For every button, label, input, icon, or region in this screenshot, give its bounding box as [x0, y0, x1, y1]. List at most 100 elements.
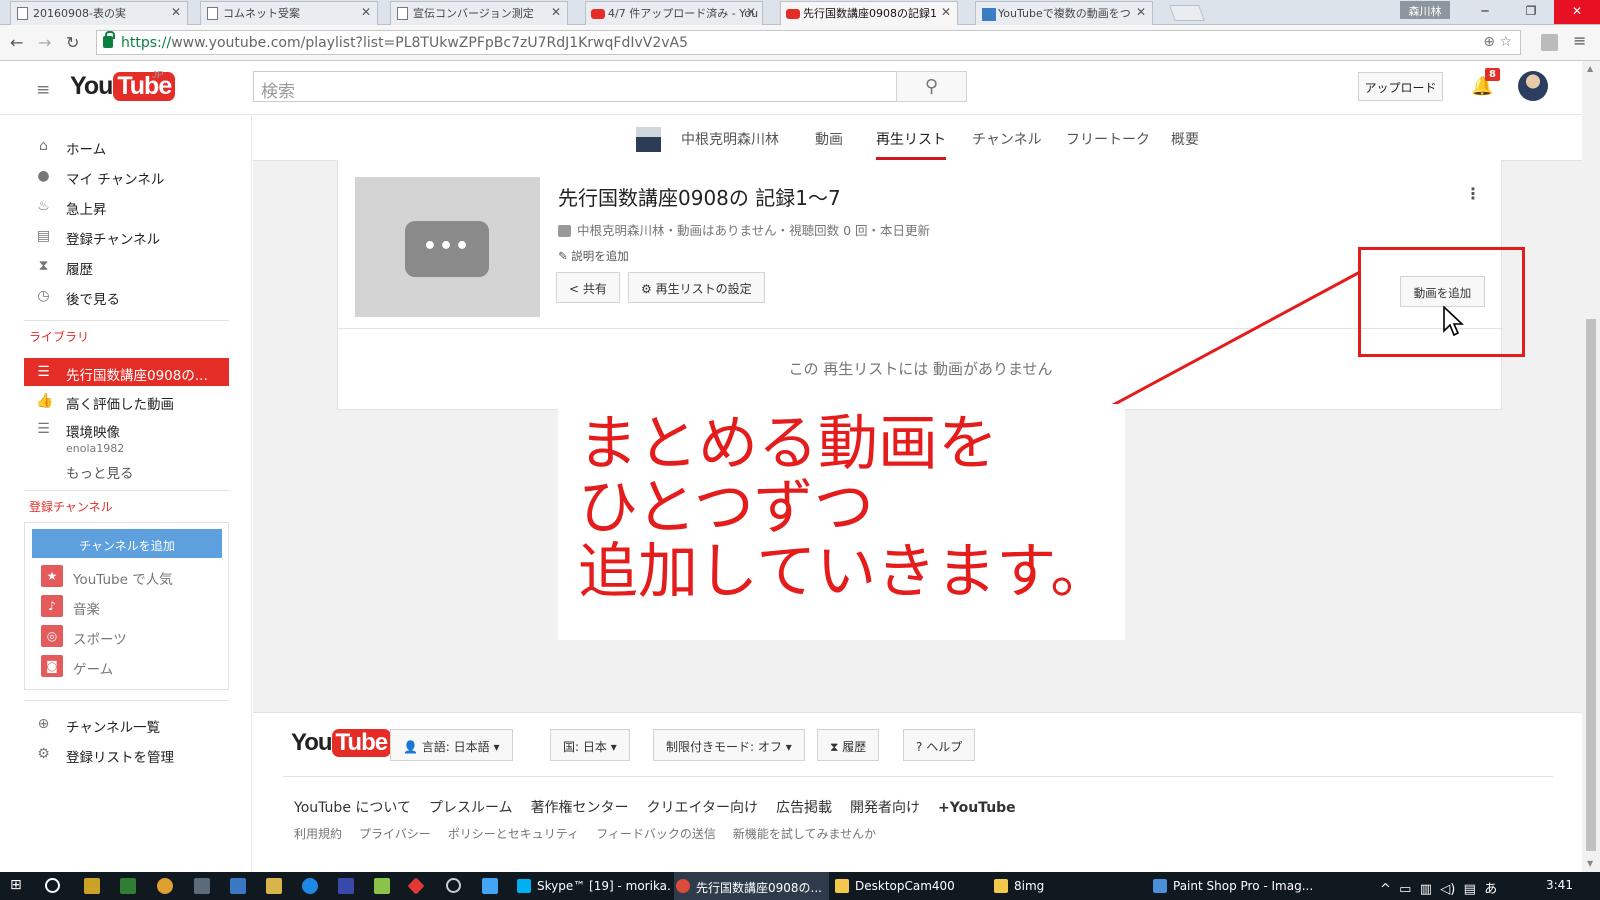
library-heading[interactable]: ライブラリ [29, 328, 89, 345]
footer-link[interactable]: 新機能を試してみませんか [733, 827, 876, 841]
footer-link[interactable]: クリエイター向け [647, 800, 758, 816]
country-selector[interactable]: 国: 日本 ▾ [550, 729, 630, 761]
tab-discussion[interactable]: フリートーク [1066, 129, 1150, 149]
youtube-logo[interactable]: You Tube JP [70, 70, 176, 101]
sidebar-item-playlist-current[interactable]: ☰ 先行国数講座0908の... [24, 358, 229, 386]
footer-youtube-logo[interactable]: You Tube [291, 729, 392, 757]
browser-tab-active[interactable]: 先行国数講座0908の記録1 ✕ [780, 1, 958, 25]
upload-button[interactable]: アップロード [1358, 72, 1443, 101]
help-button[interactable]: ? ヘルプ [903, 729, 976, 761]
folder-icon[interactable] [266, 878, 282, 894]
browser-tab[interactable]: 20160908-表の実 ✕ [10, 1, 188, 25]
new-tab-button[interactable] [1169, 5, 1205, 21]
lock-icon[interactable] [558, 225, 571, 237]
taskbar-app-8img[interactable]: 8img [992, 872, 1147, 900]
show-more-link[interactable]: もっと見る [24, 456, 229, 484]
tray-chevron-icon[interactable]: ^ [1380, 882, 1391, 897]
close-icon[interactable]: ✕ [171, 5, 181, 19]
footer-link[interactable]: 利用規約 [294, 827, 342, 841]
footer-link[interactable]: プライバシー [359, 827, 431, 841]
footer-link[interactable]: プレスルーム [429, 800, 513, 816]
sidebar-item-manage-subscriptions[interactable]: ⚙ 登録リストを管理 [24, 740, 229, 768]
page-scrollbar[interactable]: ▲ ▼ [1582, 61, 1600, 872]
restore-button[interactable]: ❐ [1508, 0, 1554, 24]
sidebar-item-history[interactable]: ⧗ 履歴 [24, 252, 229, 280]
playlist-title[interactable]: 先行国数講座0908の 記録1～7 [558, 182, 841, 211]
browser-tab[interactable]: YouTubeで複数の動画をつ ✕ [975, 1, 1153, 25]
app-icon[interactable] [374, 878, 390, 894]
tab-playlists[interactable]: 再生リスト [876, 129, 946, 160]
app-icon[interactable] [446, 878, 461, 893]
sidebar-item-my-channel[interactable]: ● マイ チャンネル [24, 162, 229, 190]
action-center-icon[interactable]: ▤ [1464, 882, 1476, 897]
bookmark-star-icon[interactable]: ☆ [1499, 34, 1512, 50]
browser-tab[interactable]: 4/7 件アップロード済み - You ✕ [585, 1, 763, 25]
browser-menu-icon[interactable]: ≡ [1573, 31, 1586, 50]
scroll-up-icon[interactable]: ▲ [1587, 64, 1593, 73]
ime-indicator[interactable]: あ [1484, 882, 1497, 897]
edge-icon[interactable] [302, 878, 318, 894]
search-button[interactable]: ⚲ [896, 71, 967, 102]
reload-icon[interactable]: ↻ [66, 33, 79, 52]
sidebar-item-watch-later[interactable]: ◷ 後で見る [24, 282, 229, 310]
add-description-link[interactable]: ✎ 説明を追加 [558, 248, 629, 264]
sidebar-item-trending[interactable]: ♨ 急上昇 [24, 192, 229, 220]
browser-tab[interactable]: コムネット受案 ✕ [200, 1, 378, 25]
network-icon[interactable]: ▥ [1420, 882, 1432, 897]
app-icon[interactable] [482, 878, 498, 894]
taskbar-app-desktopcam[interactable]: DesktopCam400 [833, 872, 988, 900]
volume-icon[interactable]: ◁) [1440, 882, 1455, 897]
footer-link[interactable]: YouTube について [294, 800, 411, 816]
windows-start-icon[interactable]: ⊞ [10, 877, 26, 893]
app-icon[interactable] [84, 878, 100, 894]
channel-item-popular[interactable]: ★ YouTube で人気 [41, 565, 173, 589]
share-button[interactable]: < 共有 [556, 272, 620, 303]
app-icon[interactable] [120, 878, 136, 894]
chrome-icon[interactable] [157, 878, 173, 894]
channel-item-sports[interactable]: ◎ スポーツ [41, 625, 127, 649]
footer-link[interactable]: 著作権センター [531, 800, 629, 816]
language-selector[interactable]: 👤 言語: 日本語 ▾ [390, 729, 513, 761]
footer-link[interactable]: フィードバックの送信 [596, 827, 716, 841]
app-icon[interactable] [407, 877, 425, 895]
rss-icon[interactable] [1541, 34, 1558, 51]
playlist-settings-button[interactable]: ⚙ 再生リストの設定 [628, 272, 765, 303]
close-icon[interactable]: ✕ [1136, 5, 1146, 19]
restricted-mode-selector[interactable]: 制限付きモード: オフ ▾ [653, 729, 805, 761]
app-icon[interactable] [338, 878, 354, 894]
sidebar-item-liked-videos[interactable]: 👍 高く評価した動画 [24, 387, 229, 415]
channel-name[interactable]: 中根克明森川林 [681, 129, 779, 149]
tab-about[interactable]: 概要 [1171, 129, 1199, 149]
footer-link[interactable]: ポリシーとセキュリティ [448, 827, 579, 841]
zoom-icon[interactable]: ⊕ [1483, 34, 1495, 50]
channel-item-music[interactable]: ♪ 音楽 [41, 595, 100, 619]
browser-tab[interactable]: 宣伝コンバージョン測定 ✕ [390, 1, 568, 25]
scrollbar-thumb[interactable] [1586, 319, 1596, 851]
profile-badge[interactable]: 森川林 [1400, 1, 1450, 19]
scroll-down-icon[interactable]: ▼ [1587, 859, 1593, 868]
sidebar-item-home[interactable]: ⌂ ホーム [24, 132, 229, 160]
app-icon[interactable] [230, 878, 246, 894]
minimize-button[interactable]: ─ [1462, 0, 1508, 24]
more-options-icon[interactable]: ⋮ [1465, 184, 1481, 203]
close-icon[interactable]: ✕ [746, 5, 756, 19]
footer-link[interactable]: 開発者向け [850, 800, 920, 816]
close-icon[interactable]: ✕ [941, 5, 951, 19]
footer-link[interactable]: 広告掲載 [776, 800, 832, 816]
taskbar-app-paintshop[interactable]: Paint Shop Pro - Imag... [1151, 872, 1316, 900]
app-icon[interactable] [194, 878, 210, 894]
taskbar-clock[interactable]: 3:41 [1546, 878, 1573, 892]
footer-link[interactable]: +YouTube [938, 800, 1016, 816]
tab-videos[interactable]: 動画 [815, 129, 843, 149]
back-icon[interactable]: ← [10, 33, 23, 52]
window-close-button[interactable]: ✕ [1554, 0, 1600, 24]
subscriptions-heading[interactable]: 登録チャンネル [29, 498, 113, 515]
sidebar-item-subscriptions[interactable]: ▤ 登録チャンネル [24, 222, 229, 250]
sidebar-item-playlist-env[interactable]: ☰ 環境映像 enola1982 [24, 415, 229, 457]
search-input[interactable]: 検索 [253, 71, 897, 102]
sidebar-item-browse-channels[interactable]: ⊕ チャンネル一覧 [24, 710, 229, 738]
tab-channels[interactable]: チャンネル [972, 129, 1042, 149]
battery-icon[interactable]: ▭ [1399, 882, 1411, 897]
channel-avatar[interactable] [636, 127, 661, 152]
taskbar-app-skype[interactable]: Skype™ [19] - morika... [515, 872, 670, 900]
